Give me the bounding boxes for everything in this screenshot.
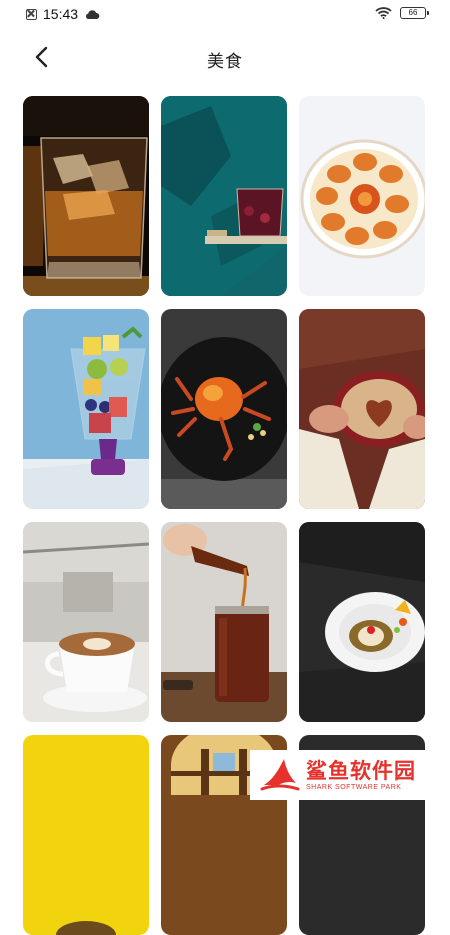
- gallery-item-crab-platter[interactable]: [299, 96, 425, 296]
- gallery-item-iced-tea[interactable]: [161, 522, 287, 722]
- fruit-parfait-photo: [23, 309, 149, 509]
- page-title: 美食: [207, 52, 243, 71]
- gallery-item-heart-latte[interactable]: [299, 309, 425, 509]
- yellow-tile-photo: [23, 735, 149, 935]
- shark-logo-icon: [260, 759, 300, 791]
- status-time: 15:43: [43, 6, 79, 22]
- top-bar: 美食: [0, 30, 450, 86]
- status-bar: 15:43 66: [0, 0, 450, 30]
- latte-art-photo: [23, 522, 149, 722]
- gallery-item-latte-art[interactable]: [23, 522, 149, 722]
- gallery-item-whiskey[interactable]: [23, 96, 149, 296]
- dessert-plate-photo: [299, 522, 425, 722]
- gallery-item-fruit-parfait[interactable]: [23, 309, 149, 509]
- watermark-tagline: SHARK SOFTWARE PARK: [306, 783, 402, 791]
- iced-tea-photo: [161, 522, 287, 722]
- notification-icon: [26, 8, 37, 20]
- cloud-icon: [86, 9, 100, 19]
- wifi-icon: [375, 7, 392, 19]
- gallery-item-berry-drink[interactable]: [161, 96, 287, 296]
- gallery-item-dessert-plate[interactable]: [299, 522, 425, 722]
- heart-latte-photo: [299, 309, 425, 509]
- gallery-item-crab-dish[interactable]: [161, 309, 287, 509]
- gallery-item-yellow[interactable]: [23, 735, 149, 935]
- berry-drink-photo: [161, 96, 287, 296]
- watermark-brand: 鲨鱼软件园: [306, 759, 416, 783]
- crab-dish-photo: [161, 309, 287, 509]
- watermark: 鲨鱼软件园 SHARK SOFTWARE PARK: [250, 750, 450, 800]
- battery-indicator: 66: [400, 7, 429, 19]
- whiskey-photo: [23, 96, 149, 296]
- food-gallery: [23, 96, 427, 935]
- crab-platter-photo: [299, 96, 425, 296]
